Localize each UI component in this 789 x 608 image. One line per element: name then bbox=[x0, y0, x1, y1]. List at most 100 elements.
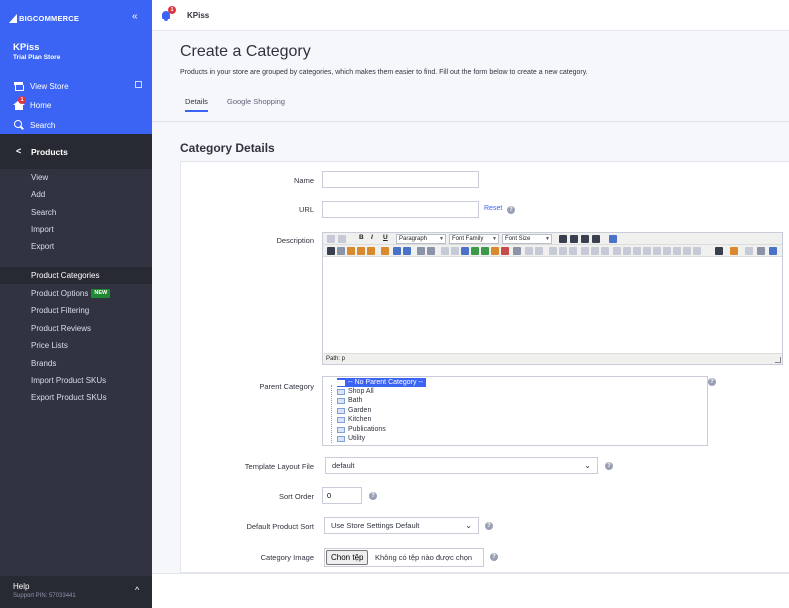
insert-hr-icon[interactable] bbox=[745, 247, 753, 255]
align-center-icon[interactable] bbox=[570, 235, 578, 243]
sidebar-link-home[interactable]: 1 Home bbox=[13, 96, 51, 110]
align-justify-icon[interactable] bbox=[592, 235, 600, 243]
help-icon[interactable]: ? bbox=[507, 206, 515, 214]
sidebar-item-product-options[interactable]: Product Options NEW bbox=[0, 285, 152, 302]
sidebar-item-import[interactable]: Import bbox=[0, 221, 152, 238]
tab-google-shopping[interactable]: Google Shopping bbox=[227, 97, 285, 106]
insert-row-after-icon[interactable] bbox=[559, 247, 567, 255]
font-family-select[interactable]: Font Family ▼ bbox=[449, 234, 499, 244]
paste-word-icon[interactable] bbox=[367, 247, 375, 255]
help-icon[interactable]: ? bbox=[605, 462, 613, 470]
paragraph-select[interactable]: Paragraph ▼ bbox=[396, 234, 446, 244]
tree-item-publications[interactable]: Publications bbox=[337, 425, 386, 434]
row-props-icon[interactable] bbox=[525, 247, 533, 255]
tree-item-utility[interactable]: Utility bbox=[337, 434, 365, 443]
horizontal-rule-icon[interactable] bbox=[633, 247, 641, 255]
more-icon[interactable] bbox=[769, 247, 777, 255]
tree-item-no-parent[interactable]: -- No Parent Category -- bbox=[337, 378, 427, 387]
tree-item-bath[interactable]: Bath bbox=[337, 396, 362, 405]
help-icon[interactable]: ? bbox=[490, 553, 498, 561]
insert-row-before-icon[interactable] bbox=[549, 247, 557, 255]
anchor-icon[interactable] bbox=[461, 247, 469, 255]
delete-row-icon[interactable] bbox=[569, 247, 577, 255]
sidebar-item-product-categories[interactable]: Product Categories bbox=[0, 267, 152, 284]
sidebar-link-search[interactable]: Search bbox=[13, 120, 55, 130]
numbered-list-icon[interactable] bbox=[403, 247, 411, 255]
help-icon[interactable]: ? bbox=[485, 522, 493, 530]
media-icon[interactable] bbox=[481, 247, 489, 255]
url-input[interactable] bbox=[322, 201, 479, 218]
clear-format-icon[interactable] bbox=[381, 247, 389, 255]
cleanup-icon[interactable] bbox=[491, 247, 499, 255]
sidebar-item-price-lists[interactable]: Price Lists bbox=[0, 337, 152, 354]
sidebar-help[interactable]: Help Support PIN: 57033441 ^ bbox=[0, 576, 152, 608]
cut-icon[interactable] bbox=[327, 247, 335, 255]
tree-item-kitchen[interactable]: Kitchen bbox=[337, 415, 371, 424]
redo-icon[interactable] bbox=[338, 235, 346, 243]
background-color-icon[interactable] bbox=[730, 247, 738, 255]
cell-props-icon[interactable] bbox=[535, 247, 543, 255]
bigcommerce-logo[interactable]: BIGCOMMERCE bbox=[9, 11, 79, 25]
table-icon[interactable] bbox=[513, 247, 521, 255]
paste-icon[interactable] bbox=[347, 247, 355, 255]
html-source-icon[interactable] bbox=[501, 247, 509, 255]
remove-format-icon[interactable] bbox=[643, 247, 651, 255]
sidebar-item-product-reviews[interactable]: Product Reviews bbox=[0, 320, 152, 337]
emotions-icon[interactable] bbox=[693, 247, 701, 255]
name-input[interactable] bbox=[322, 171, 479, 188]
description-textarea[interactable] bbox=[323, 257, 782, 353]
tree-item-shop-all[interactable]: Shop All bbox=[337, 387, 374, 396]
page-break-icon[interactable] bbox=[757, 247, 765, 255]
sidebar-item-export[interactable]: Export bbox=[0, 238, 152, 255]
notification-bell-icon[interactable]: 1 bbox=[161, 6, 176, 21]
sort-order-input[interactable] bbox=[322, 487, 362, 504]
bold-button[interactable]: B bbox=[359, 234, 364, 241]
outdent-icon[interactable] bbox=[417, 247, 425, 255]
bullet-list-icon[interactable] bbox=[393, 247, 401, 255]
fullscreen-icon[interactable] bbox=[609, 235, 617, 243]
sidebar-section-products[interactable]: < Products bbox=[0, 134, 152, 169]
delete-col-icon[interactable] bbox=[601, 247, 609, 255]
indent-icon[interactable] bbox=[427, 247, 435, 255]
help-icon[interactable]: ? bbox=[708, 378, 716, 386]
char-map-icon[interactable] bbox=[683, 247, 691, 255]
insert-col-before-icon[interactable] bbox=[581, 247, 589, 255]
chevron-up-icon[interactable]: ^ bbox=[135, 585, 139, 595]
paste-text-icon[interactable] bbox=[357, 247, 365, 255]
tab-details[interactable]: Details bbox=[185, 97, 208, 112]
subscript-icon[interactable] bbox=[663, 247, 671, 255]
align-right-icon[interactable] bbox=[581, 235, 589, 243]
blockquote-icon[interactable] bbox=[441, 247, 449, 255]
resize-handle-icon[interactable] bbox=[775, 357, 781, 363]
visual-aid-icon[interactable] bbox=[653, 247, 661, 255]
split-cells-icon[interactable] bbox=[613, 247, 621, 255]
merge-cells-icon[interactable] bbox=[623, 247, 631, 255]
choose-file-button[interactable]: Chon tệp bbox=[326, 550, 369, 565]
sidebar-item-search[interactable]: Search bbox=[0, 204, 152, 221]
default-product-sort-select[interactable]: Use Store Settings Default ⌄ bbox=[324, 517, 479, 534]
help-icon[interactable]: ? bbox=[369, 492, 377, 500]
double-chevron-left-icon[interactable]: « bbox=[132, 11, 138, 22]
undo-icon[interactable] bbox=[327, 235, 335, 243]
superscript-icon[interactable] bbox=[673, 247, 681, 255]
sidebar-item-view[interactable]: View bbox=[0, 169, 152, 186]
sidebar-item-export-product-skus[interactable]: Export Product SKUs bbox=[0, 389, 152, 406]
template-layout-select[interactable]: default ⌄ bbox=[325, 457, 598, 474]
sidebar-item-add[interactable]: Add bbox=[0, 186, 152, 203]
reset-url-link[interactable]: Reset bbox=[484, 205, 502, 212]
italic-button[interactable]: I bbox=[371, 234, 373, 241]
external-link-icon[interactable] bbox=[135, 81, 142, 88]
underline-button[interactable]: U bbox=[383, 234, 388, 241]
align-left-icon[interactable] bbox=[559, 235, 567, 243]
sidebar-item-brands[interactable]: Brands bbox=[0, 355, 152, 372]
copy-icon[interactable] bbox=[337, 247, 345, 255]
insert-col-after-icon[interactable] bbox=[591, 247, 599, 255]
unlink-icon[interactable] bbox=[451, 247, 459, 255]
image-icon[interactable] bbox=[471, 247, 479, 255]
sidebar-link-view-store[interactable]: View Store bbox=[13, 81, 69, 91]
font-size-select[interactable]: Font Size ▼ bbox=[502, 234, 552, 244]
text-color-icon[interactable] bbox=[715, 247, 723, 255]
sidebar-item-import-product-skus[interactable]: Import Product SKUs bbox=[0, 372, 152, 389]
sidebar-item-product-filtering[interactable]: Product Filtering bbox=[0, 302, 152, 319]
tree-item-garden[interactable]: Garden bbox=[337, 406, 371, 415]
